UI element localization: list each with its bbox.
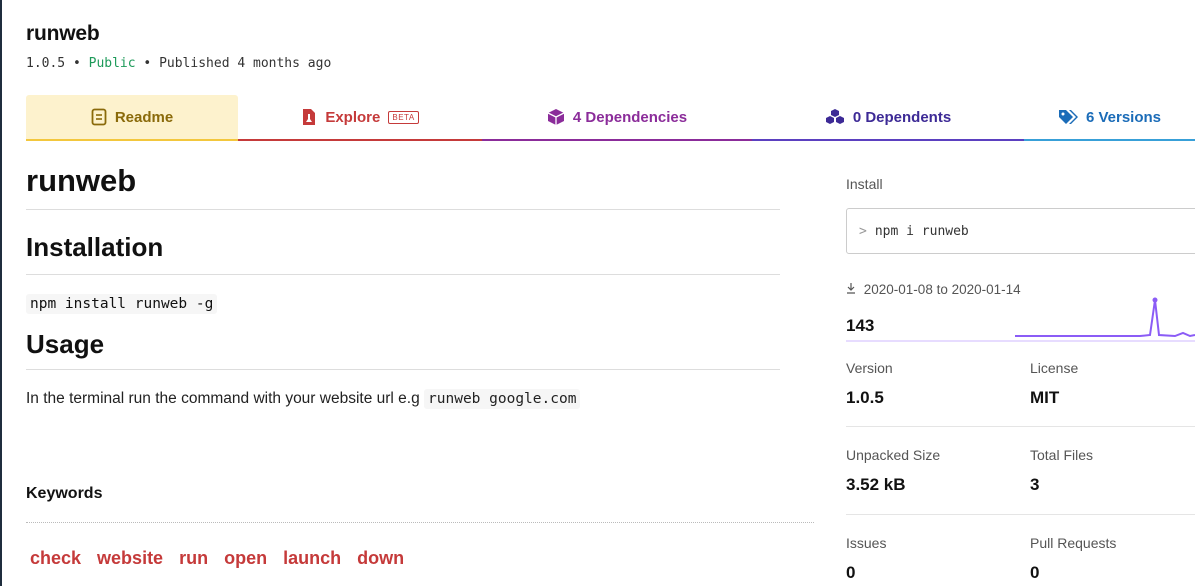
- meta-divider: [846, 426, 1195, 427]
- usage-paragraph: In the terminal run the command with you…: [26, 389, 780, 409]
- pull-requests-value: 0: [1030, 563, 1040, 582]
- total-files-label: Total Files: [1030, 447, 1094, 463]
- keyword-link[interactable]: launch: [283, 548, 341, 569]
- keywords-heading: Keywords: [26, 485, 103, 502]
- issues-cell[interactable]: Issues 0: [846, 535, 886, 583]
- package-header: runweb 1.0.5 • Public • Published 4 mont…: [26, 22, 331, 71]
- versions-icon: [1058, 109, 1078, 125]
- package-tabs: Readme Explore BETA 4 Dependencies 0 Dep…: [26, 95, 1195, 141]
- meta-separator: •: [143, 56, 152, 71]
- readme-title: runweb: [26, 163, 780, 210]
- keyword-link[interactable]: website: [97, 548, 163, 569]
- keyword-list: check website run open launch down: [30, 548, 404, 569]
- dependencies-icon: [547, 108, 565, 126]
- tab-explore-label: Explore: [325, 108, 381, 126]
- version-label: Version: [846, 360, 893, 376]
- window-left-border: [0, 0, 2, 586]
- issues-label: Issues: [846, 535, 887, 551]
- published-date: Published 4 months ago: [159, 56, 332, 71]
- tab-versions[interactable]: 6 Versions: [1024, 95, 1195, 141]
- meta-separator: •: [72, 56, 81, 71]
- tab-dependents-label: 0 Dependents: [852, 108, 952, 126]
- keyword-link[interactable]: down: [357, 548, 404, 569]
- version-value: 1.0.5: [846, 388, 884, 407]
- prompt-icon: >: [859, 223, 867, 239]
- unpacked-size-value: 3.52 kB: [846, 475, 906, 494]
- usage-heading: Usage: [26, 329, 780, 370]
- package-version: 1.0.5: [26, 56, 66, 71]
- explore-icon: [301, 108, 317, 126]
- install-command-box[interactable]: > npm i runweb: [846, 208, 1195, 254]
- readme-content: runweb Installation npm install runweb -…: [26, 163, 780, 409]
- pull-requests-label: Pull Requests: [1030, 535, 1117, 551]
- install-label: Install: [846, 176, 883, 192]
- install-command-text: npm i runweb: [874, 223, 969, 239]
- version-cell: Version 1.0.5: [846, 360, 893, 408]
- tab-dependencies-label: 4 Dependencies: [572, 108, 688, 126]
- license-value: MIT: [1030, 388, 1060, 407]
- license-cell: License MIT: [1030, 360, 1078, 408]
- keywords-divider: [26, 522, 814, 523]
- keyword-link[interactable]: check: [30, 548, 81, 569]
- meta-divider: [846, 514, 1195, 515]
- visibility-badge: Public: [88, 56, 136, 71]
- tab-readme[interactable]: Readme: [26, 95, 238, 141]
- beta-badge: BETA: [388, 110, 419, 124]
- usage-text: In the terminal run the command with you…: [26, 390, 420, 407]
- total-files-value: 3: [1030, 475, 1040, 494]
- readme-icon: [91, 108, 107, 126]
- tab-versions-label: 6 Versions: [1085, 108, 1162, 126]
- keyword-link[interactable]: run: [179, 548, 208, 569]
- install-command: npm install runweb -g: [26, 294, 218, 314]
- download-icon: [846, 282, 864, 297]
- downloads-range: 2020-01-08 to 2020-01-14: [846, 282, 1021, 297]
- tab-dependents[interactable]: 0 Dependents: [752, 95, 1024, 141]
- pull-requests-cell[interactable]: Pull Requests 0: [1030, 535, 1116, 583]
- keyword-link[interactable]: open: [224, 548, 267, 569]
- unpacked-size-cell: Unpacked Size 3.52 kB: [846, 447, 940, 495]
- weekly-downloads: 143: [846, 316, 875, 335]
- tab-dependencies[interactable]: 4 Dependencies: [482, 95, 752, 141]
- downloads-range-text: 2020-01-08 to 2020-01-14: [863, 282, 1021, 297]
- license-label: License: [1030, 360, 1079, 376]
- installation-heading: Installation: [26, 232, 780, 275]
- tab-readme-label: Readme: [114, 108, 174, 126]
- total-files-cell: Total Files 3: [1030, 447, 1093, 495]
- issues-value: 0: [846, 563, 856, 582]
- dependents-icon: [825, 108, 845, 126]
- install-code-block: npm install runweb -g: [26, 294, 780, 314]
- tab-explore[interactable]: Explore BETA: [238, 95, 482, 141]
- unpacked-size-label: Unpacked Size: [846, 447, 941, 463]
- usage-code: runweb google.com: [424, 389, 581, 409]
- package-name: runweb: [26, 22, 100, 45]
- package-meta: 1.0.5 • Public • Published 4 months ago: [26, 56, 331, 71]
- downloads-sparkline: [1015, 297, 1195, 338]
